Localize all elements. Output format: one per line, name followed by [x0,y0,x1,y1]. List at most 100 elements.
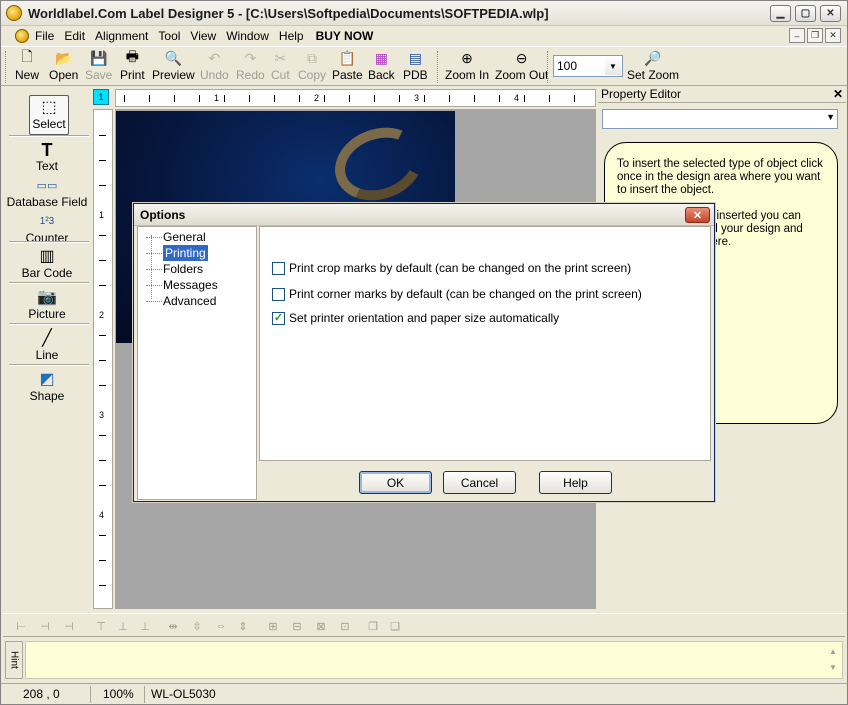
chevron-down-icon[interactable]: ▼ [605,57,621,75]
bar-code-tool[interactable]: ▥ Bar Code [7,244,87,284]
doc-restore-button[interactable]: ❐ [807,28,823,43]
line-tool[interactable]: ╱ Line [7,326,87,366]
copy-button[interactable]: ⧉ Copy [298,49,326,85]
doc-minimize-button[interactable]: – [789,28,805,43]
tree-item-folders[interactable]: Folders [146,261,203,277]
hint-panel: Hint ▲ ▼ [3,639,845,681]
option-crop-marks[interactable]: Print crop marks by default (can be chan… [272,261,631,275]
vertical-ruler: 1 2 3 4 [93,109,113,609]
toolbar-grip[interactable] [437,51,440,83]
crop-marks-checkbox[interactable] [272,261,285,275]
preview-icon: 🔍 [164,49,183,66]
maximize-button[interactable]: ▢ [795,5,816,22]
close-icon[interactable]: ✕ [685,207,710,223]
ruler-tick [524,95,525,102]
hint-tab[interactable]: Hint [5,641,23,679]
select-tool[interactable]: ⬚ Select [29,95,69,135]
align-left-icon[interactable]: ⊢ [13,618,29,634]
toolbar-grip[interactable] [547,51,550,83]
set-zoom-button[interactable]: 🔎 Set Zoom [627,49,679,85]
print-button[interactable]: 🖶 Print [120,48,145,85]
help-text: To insert the selected type of object cl… [617,158,823,196]
save-button[interactable]: 💾 Save [85,49,112,85]
app-window: Worldlabel.Com Label Designer 5 - [C:\Us… [0,0,848,705]
undo-button[interactable]: ↶ Undo [200,49,229,85]
tree-item-advanced[interactable]: Advanced [146,293,216,309]
picture-tool[interactable]: 📷 Picture [7,285,87,325]
distribute-icon[interactable]: ⊠ [313,618,329,634]
align-top-icon[interactable]: ⊤ [93,618,109,634]
option-corner-marks[interactable]: Print corner marks by default (can be ch… [272,287,642,301]
ruler-corner[interactable]: 1 [93,89,109,105]
counter-tool[interactable]: 1²3 Counter [7,209,87,249]
back-button[interactable]: ▦ Back [368,49,395,85]
tree-item-printing[interactable]: Printing [146,245,208,261]
preview-button[interactable]: 🔍 Preview [152,49,195,85]
toolbar-grip[interactable] [5,51,8,83]
menu-window[interactable]: Window [222,26,273,46]
paste-button[interactable]: 📋 Paste [332,49,363,85]
menu-tool[interactable]: Tool [154,26,184,46]
ungroup-icon[interactable]: ❏ [387,618,403,634]
close-icon[interactable]: ✕ [833,87,843,101]
menu-alignment[interactable]: Alignment [91,26,152,46]
database-field-tool[interactable]: ▭▭ Database Field [7,173,88,213]
align-center-icon[interactable]: ⊣ [37,618,53,634]
ruler-number: 2 [99,310,105,320]
ruler-tick [99,235,106,236]
cancel-button[interactable]: Cancel [443,471,516,494]
menu-edit[interactable]: Edit [60,26,89,46]
ruler-number: 1 [99,210,105,220]
space-vertical-icon[interactable]: ⇕ [235,618,251,634]
center-vertical-icon[interactable]: ⊟ [289,618,305,634]
same-width-icon[interactable]: ⇹ [165,618,181,634]
close-button[interactable]: ✕ [820,5,841,22]
option-label: Print crop marks by default (can be chan… [289,261,632,275]
pdb-button[interactable]: ▤ PDB [403,49,428,85]
text-tool[interactable]: T Text [7,137,87,177]
auto-orientation-checkbox[interactable]: ✓ [272,311,285,325]
doc-close-button[interactable]: ✕ [825,28,841,43]
zoom-level-select[interactable]: 100 ▼ [553,55,623,77]
help-button[interactable]: Help [539,471,612,494]
align-middle-icon[interactable]: ⊥ [115,618,131,634]
menu-help[interactable]: Help [275,26,308,46]
menu-file[interactable]: File [31,26,58,46]
document-icon[interactable] [15,29,29,43]
menu-buy-now[interactable]: BUY NOW [312,26,378,46]
space-horizontal-icon[interactable]: ⇔ [213,618,229,634]
menu-view[interactable]: View [186,26,220,46]
printing-options-group: Print crop marks by default (can be chan… [259,226,711,461]
minimize-button[interactable]: ▁ [770,5,791,22]
property-editor-title: Property Editor [598,87,846,103]
redo-button[interactable]: ↷ Redo [236,49,265,85]
tree-item-messages[interactable]: Messages [146,277,218,293]
open-button[interactable]: 📂 Open [49,49,78,85]
horizontal-ruler: 1 2 3 4 [115,89,596,107]
cut-button[interactable]: ✂ Cut [271,49,290,85]
options-dialog: Options ✕ General Printing Folders Messa… [133,203,715,502]
ruler-number: 2 [314,93,320,103]
group-icon[interactable]: ❐ [365,618,381,634]
same-height-icon[interactable]: ⇳ [189,618,205,634]
zoom-out-button[interactable]: ⊖ Zoom Out [495,49,548,85]
align-bottom-icon[interactable]: ⊥ [137,618,153,634]
center-horizontal-icon[interactable]: ⊞ [265,618,281,634]
corner-marks-checkbox[interactable] [272,287,285,301]
ruler-tick [449,95,450,102]
align-right-icon[interactable]: ⊣ [61,618,77,634]
divider [9,364,89,366]
zoom-out-icon: ⊖ [515,49,528,66]
property-object-select[interactable]: ▼ [602,109,838,129]
ruler-tick [474,95,475,102]
zoom-in-button[interactable]: ⊕ Zoom In [445,49,489,85]
tree-item-general[interactable]: General [146,229,206,245]
option-auto-orientation[interactable]: ✓ Set printer orientation and paper size… [272,311,559,325]
app-logo-icon [6,5,22,21]
distribute-vertical-icon[interactable]: ⊡ [337,618,353,634]
shape-tool[interactable]: ◩ Shape [7,367,87,407]
new-button[interactable]: 🗋 New [15,48,39,85]
hint-scrollbar[interactable]: ▲ ▼ [826,644,840,678]
ok-button[interactable]: OK [359,471,432,494]
camera-icon: 📷 [37,289,57,306]
